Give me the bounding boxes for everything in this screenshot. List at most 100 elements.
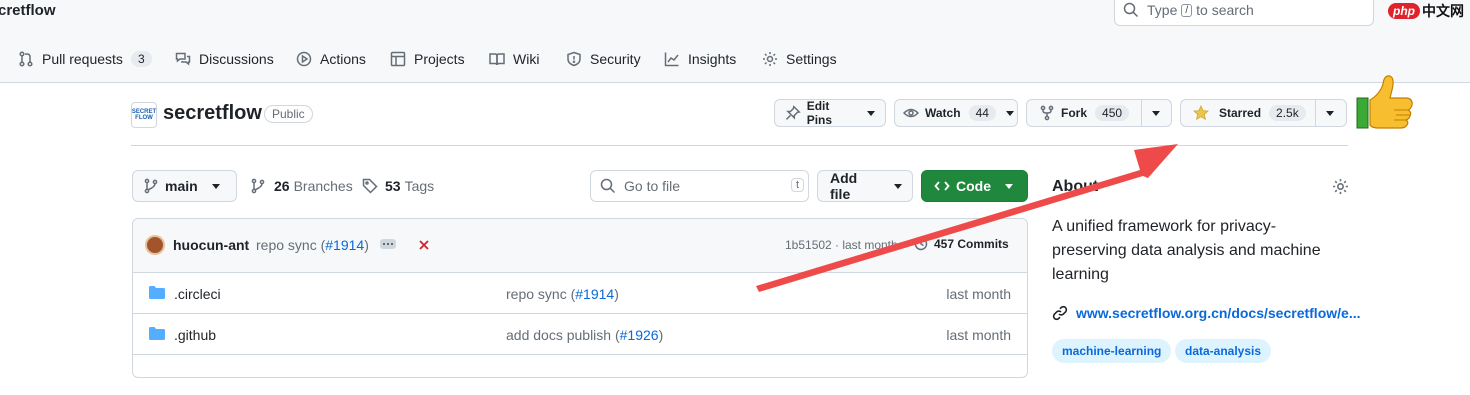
commits-link[interactable]: 457 Commits: [913, 236, 1009, 252]
tab-label: Insights: [688, 51, 737, 67]
add-file-label: Add file: [830, 170, 858, 202]
website-url: www.secretflow.org.cn/docs/secretflow/e.…: [1076, 305, 1361, 321]
chevron-down-icon: [1326, 110, 1335, 116]
search-icon: [1123, 2, 1139, 18]
tags-count: 53: [385, 178, 401, 194]
watch-count: 44: [968, 105, 996, 121]
fork-button[interactable]: Fork 450: [1027, 100, 1140, 126]
star-filled-icon: [1193, 105, 1209, 121]
fork-dropdown-button[interactable]: [1140, 100, 1171, 126]
gear-icon[interactable]: [1332, 178, 1349, 195]
tab-security[interactable]: Security: [566, 47, 641, 71]
tab-label: Wiki: [513, 51, 540, 67]
tab-wiki[interactable]: Wiki: [489, 47, 539, 71]
file-commit-message[interactable]: add docs publish (#1926): [506, 327, 663, 343]
graph-icon: [664, 52, 679, 67]
repo-breadcrumb[interactable]: cretflow: [0, 2, 56, 19]
commit-hash[interactable]: 1b51502: [785, 238, 832, 252]
add-file-button[interactable]: Add file: [817, 170, 913, 202]
fork-count: 450: [1095, 105, 1130, 121]
table-row[interactable]: [132, 354, 1027, 395]
commit-pr-link[interactable]: #1914: [325, 237, 364, 253]
watermark-cn: 中文网: [1422, 3, 1464, 19]
fork-label: Fork: [1061, 106, 1088, 120]
watch-label: Watch: [925, 106, 961, 120]
tab-projects[interactable]: Projects: [390, 47, 465, 71]
search-shortcut-key: /: [1181, 3, 1193, 17]
file-time: last month: [946, 327, 1011, 343]
latest-commit-bar: huocun-ant repo sync (#1914) 1b51502 · l…: [133, 219, 1027, 272]
repo-logo: SECRET FLOW: [131, 102, 157, 128]
avatar[interactable]: [145, 235, 165, 255]
folder-icon: [149, 327, 165, 340]
watch-button[interactable]: Watch 44: [894, 99, 1018, 127]
topic-tag[interactable]: data-analysis: [1175, 339, 1272, 363]
search-input[interactable]: Type / to search: [1114, 0, 1374, 26]
topic-tag[interactable]: machine-learning: [1052, 339, 1172, 363]
header-divider: [131, 145, 1348, 146]
tab-label: Discussions: [199, 51, 274, 67]
branches-count: 26: [274, 178, 290, 194]
table-icon: [390, 51, 406, 67]
pull-request-icon: [19, 51, 33, 67]
fork-button-group: Fork 450: [1026, 99, 1172, 127]
code-label: Code: [956, 178, 991, 194]
tab-pull-requests[interactable]: Pull requests 3: [18, 47, 152, 71]
file-commit-end: ): [614, 286, 619, 302]
website-link[interactable]: www.secretflow.org.cn/docs/secretflow/e.…: [1052, 305, 1360, 321]
tab-label: Actions: [320, 51, 366, 67]
star-dropdown-button[interactable]: [1314, 100, 1346, 126]
tab-discussions[interactable]: Discussions: [175, 47, 274, 71]
x-icon[interactable]: [418, 239, 430, 251]
chevron-down-icon: [211, 183, 220, 189]
tab-label: Pull requests: [42, 51, 123, 67]
tab-label: Settings: [786, 51, 837, 67]
visibility-badge: Public: [264, 105, 313, 123]
file-commit-text: repo sync (: [506, 286, 576, 302]
button-divider: [1141, 100, 1142, 126]
branches-link[interactable]: 26 Branches: [250, 178, 353, 194]
tags-label: Tags: [404, 178, 435, 194]
watermark-php: php: [1388, 3, 1420, 19]
tab-settings[interactable]: Settings: [762, 47, 837, 71]
branch-name: main: [165, 178, 198, 194]
history-icon: [913, 237, 928, 251]
chevron-down-icon: [1151, 110, 1160, 116]
commit-message[interactable]: repo sync (#1914): [256, 237, 369, 253]
ellipsis-icon[interactable]: [380, 239, 396, 249]
commit-author[interactable]: huocun-ant: [173, 237, 249, 253]
star-button-group: Starred 2.5k: [1180, 99, 1347, 127]
starred-button[interactable]: Starred 2.5k: [1181, 100, 1314, 126]
table-row[interactable]: .circleci repo sync (#1914) last month: [132, 272, 1027, 313]
file-commit-text: add docs publish (: [506, 327, 620, 343]
file-name[interactable]: .circleci: [174, 286, 221, 302]
tab-label: Security: [590, 51, 641, 67]
search-suffix: to search: [1196, 2, 1254, 18]
pin-icon: [785, 105, 801, 120]
gear-icon: [763, 52, 777, 66]
code-button[interactable]: Code: [921, 170, 1028, 202]
tab-insights[interactable]: Insights: [664, 47, 736, 71]
book-icon: [489, 53, 505, 66]
file-commit-message[interactable]: repo sync (#1914): [506, 286, 619, 302]
file-commit-pr-link[interactable]: #1914: [575, 286, 614, 302]
branches-label: Branches: [293, 178, 353, 194]
tab-actions[interactable]: Actions: [296, 47, 366, 71]
search-icon: [600, 178, 616, 194]
table-row[interactable]: .github add docs publish (#1926) last mo…: [132, 313, 1027, 354]
thumbs-up-icon: [1356, 75, 1413, 129]
edit-pins-button[interactable]: Edit Pins: [774, 99, 886, 127]
star-count: 2.5k: [1269, 105, 1306, 121]
commits-count: 457 Commits: [934, 237, 1009, 251]
branch-selector[interactable]: main: [132, 170, 237, 202]
go-to-file-input[interactable]: Go to file t: [590, 170, 809, 202]
file-time: last month: [946, 286, 1011, 302]
discussions-icon: [175, 52, 191, 66]
tags-link[interactable]: 53 Tags: [362, 178, 434, 194]
commit-message-end: ): [364, 237, 369, 253]
chevron-down-icon: [894, 183, 902, 189]
file-commit-pr-link[interactable]: #1926: [620, 327, 659, 343]
about-description: A unified framework for privacy-preservi…: [1052, 218, 1321, 283]
repo-name[interactable]: secretflow: [163, 102, 262, 125]
file-name[interactable]: .github: [174, 327, 216, 343]
